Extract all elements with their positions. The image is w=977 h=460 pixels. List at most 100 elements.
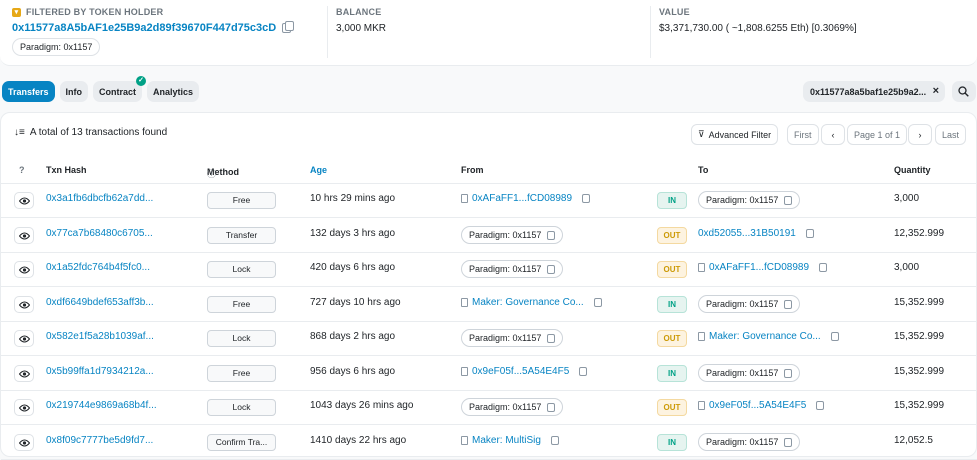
copy-icon[interactable] bbox=[819, 263, 828, 272]
method-badge: Free bbox=[207, 364, 276, 382]
view-details-button[interactable] bbox=[14, 226, 34, 244]
from-address: Paradigm: 0x1157 bbox=[461, 225, 564, 244]
to-address: Paradigm: 0x1157 bbox=[698, 432, 801, 451]
txn-hash-link[interactable]: 0xdf6649bdef653aff3b... bbox=[46, 297, 154, 308]
quantity-value: 3,000 bbox=[894, 193, 920, 204]
txn-hash-link[interactable]: 0x77ca7b68480c6705... bbox=[46, 228, 153, 239]
last-page-button[interactable]: Last bbox=[935, 124, 967, 145]
holder-tag[interactable]: Paradigm: 0x1157 bbox=[12, 38, 101, 56]
view-details-button[interactable] bbox=[14, 330, 34, 347]
txn-hash-link[interactable]: 0x8f09c7777be5d9fd7... bbox=[46, 435, 153, 446]
age-text: 10 hrs 29 mins ago bbox=[310, 193, 396, 204]
first-page-button[interactable]: First bbox=[787, 124, 819, 145]
copy-icon[interactable] bbox=[784, 299, 793, 309]
from-address-tag[interactable]: Paradigm: 0x1157 bbox=[469, 333, 541, 343]
prev-page-button[interactable]: ‹ bbox=[821, 124, 845, 145]
to-address: 0xAFaFF1...fCD08989 bbox=[698, 262, 828, 273]
copy-icon[interactable] bbox=[593, 297, 602, 307]
copy-icon[interactable] bbox=[805, 228, 814, 238]
copy-icon[interactable] bbox=[282, 21, 295, 33]
copy-icon[interactable] bbox=[547, 265, 556, 275]
copy-icon[interactable] bbox=[784, 196, 793, 206]
from-address: 0x9eF05f...5A54E4F5 bbox=[461, 366, 588, 377]
to-address-tag[interactable]: Paradigm: 0x1157 bbox=[706, 437, 778, 447]
method-badge: Lock bbox=[207, 399, 276, 416]
table-row: 0x1a52fdc764b4f5fc0... Lock 420 days 6 hrs… bbox=[1, 253, 977, 287]
from-address-link[interactable]: 0x9eF05f...5A54E4F5 bbox=[472, 366, 569, 377]
sort-icon[interactable]: ↓≡ bbox=[14, 127, 25, 138]
to-address-link[interactable]: 0xAFaFF1...fCD08989 bbox=[709, 262, 809, 273]
age-text: 420 days 6 hrs ago bbox=[310, 262, 396, 273]
copy-icon[interactable] bbox=[550, 435, 559, 445]
search-icon bbox=[958, 86, 969, 97]
holder-address-link[interactable]: 0x11577a8A5bAF1e25B9a2d89f39670F447d75c3… bbox=[12, 22, 276, 34]
view-details-button[interactable] bbox=[14, 364, 34, 382]
tab-info[interactable]: Info bbox=[59, 81, 89, 102]
contract-icon bbox=[461, 194, 468, 203]
from-address-link[interactable]: Maker: MultiSig bbox=[472, 435, 541, 446]
advanced-filter-button[interactable]: ⊽ Advanced Filter bbox=[691, 124, 779, 145]
copy-icon[interactable] bbox=[547, 334, 556, 344]
to-address: 0x9eF05f...5A54E4F5 bbox=[698, 400, 825, 411]
quantity-value: 15,352.999 bbox=[894, 400, 945, 411]
txn-hash-link[interactable]: 0x582e1f5a28b1039af... bbox=[46, 331, 154, 342]
txn-hash-link[interactable]: 0x219744e9869a68b4f... bbox=[46, 400, 157, 411]
header-age[interactable]: Age bbox=[310, 165, 327, 175]
eye-icon bbox=[19, 197, 30, 205]
tab-contract[interactable]: Contract ✓ bbox=[93, 76, 147, 102]
copy-icon[interactable] bbox=[830, 332, 839, 341]
from-address: Maker: MultiSig bbox=[461, 435, 559, 446]
from-address-link[interactable]: 0xAFaFF1...fCD08989 bbox=[472, 193, 572, 204]
tab-bar: Transfers Info Contract ✓ Analytics bbox=[2, 76, 200, 102]
to-address-link[interactable]: 0x9eF05f...5A54E4F5 bbox=[709, 400, 806, 411]
copy-icon[interactable] bbox=[816, 401, 825, 410]
view-details-button[interactable] bbox=[14, 399, 34, 416]
filter-funnel-icon: ⊽ bbox=[698, 129, 705, 139]
contract-icon bbox=[698, 332, 705, 341]
from-address-tag[interactable]: Paradigm: 0x1157 bbox=[469, 230, 541, 240]
view-details-button[interactable] bbox=[14, 433, 34, 451]
txn-hash-link[interactable]: 0x3a1fb6dbcfb62a7dd... bbox=[46, 193, 153, 204]
view-details-button[interactable] bbox=[14, 192, 34, 209]
age-text: 956 days 6 hrs ago bbox=[310, 365, 396, 377]
quantity-value: 3,000 bbox=[894, 262, 920, 273]
from-address-tag[interactable]: Paradigm: 0x1157 bbox=[469, 402, 541, 412]
address-filter-chip[interactable]: 0x11577a8a5baf1e25b9a2... × bbox=[803, 81, 945, 102]
help-icon[interactable]: ? bbox=[19, 165, 25, 175]
from-address-link[interactable]: Maker: Governance Co... bbox=[472, 297, 584, 308]
copy-icon[interactable] bbox=[582, 194, 591, 203]
eye-icon bbox=[19, 370, 30, 377]
age-text: 1410 days 22 hrs ago bbox=[310, 434, 407, 446]
table-row: 0xdf6649bdef653aff3b... Free 727 days 10 h… bbox=[1, 288, 977, 322]
from-address: Paradigm: 0x1157 bbox=[461, 398, 564, 417]
copy-icon[interactable] bbox=[784, 368, 793, 378]
to-address-tag[interactable]: Paradigm: 0x1157 bbox=[706, 299, 778, 309]
quantity-value: 12,052.5 bbox=[894, 434, 933, 446]
view-details-button[interactable] bbox=[14, 261, 34, 278]
copy-icon[interactable] bbox=[547, 230, 556, 240]
filter-label-text: FILTERED BY TOKEN HOLDER bbox=[26, 7, 164, 17]
page-indicator: Page 1 of 1 bbox=[847, 124, 908, 145]
filter-chip-text: 0x11577a8a5baf1e25b9a2... bbox=[810, 87, 927, 97]
to-address-tag[interactable]: Paradigm: 0x1157 bbox=[706, 195, 778, 205]
search-button[interactable] bbox=[952, 81, 976, 102]
to-address-tag[interactable]: Paradigm: 0x1157 bbox=[706, 368, 778, 378]
txn-hash-link[interactable]: 0x5b99ffa1d7934212a... bbox=[46, 366, 154, 377]
copy-icon[interactable] bbox=[784, 437, 793, 447]
to-address-link[interactable]: 0xd52055...31B50191 bbox=[698, 228, 796, 239]
eye-icon bbox=[19, 439, 30, 446]
method-badge: Free bbox=[207, 295, 276, 313]
view-details-button[interactable] bbox=[14, 295, 34, 313]
copy-icon[interactable] bbox=[547, 403, 556, 413]
to-address-link[interactable]: Maker: Governance Co... bbox=[709, 331, 821, 342]
tab-transfers[interactable]: Transfers bbox=[2, 81, 55, 102]
quantity-value: 12,352.999 bbox=[894, 227, 945, 239]
table-header: ? Txn Hash Method ⓘ Age From To Quantity bbox=[19, 165, 931, 179]
txn-hash-link[interactable]: 0x1a52fdc764b4f5fc0... bbox=[46, 262, 150, 273]
tab-analytics[interactable]: Analytics bbox=[147, 81, 200, 102]
next-page-button[interactable]: › bbox=[908, 124, 932, 145]
copy-icon[interactable] bbox=[579, 366, 588, 376]
info-icon: ⓘ bbox=[207, 169, 217, 179]
from-address-tag[interactable]: Paradigm: 0x1157 bbox=[469, 264, 541, 274]
close-icon[interactable]: × bbox=[933, 85, 939, 97]
